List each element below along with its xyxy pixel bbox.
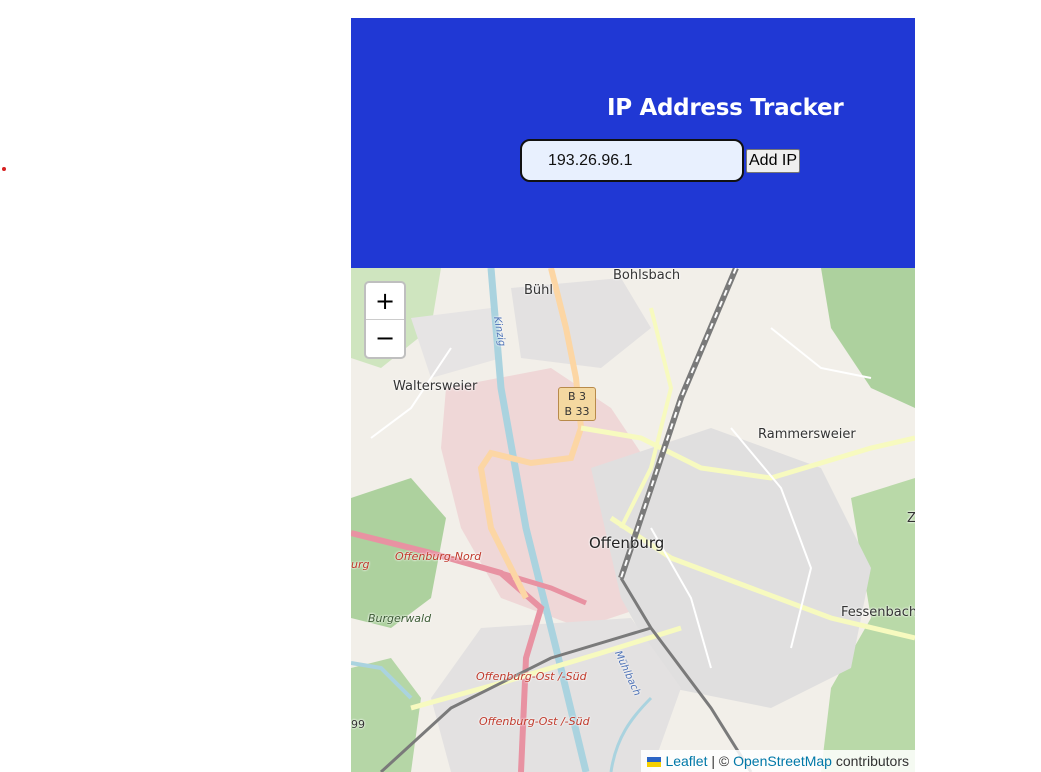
attribution-separator: | © — [707, 753, 734, 769]
openstreetmap-link[interactable]: OpenStreetMap — [733, 753, 832, 769]
map-label-bohlsbach: Bohlsbach — [613, 268, 681, 283]
zoom-out-button[interactable]: − — [366, 320, 404, 357]
header-banner: IP Address Tracker Add IP — [351, 18, 915, 268]
zoom-in-button[interactable]: + — [366, 283, 404, 320]
page-title: IP Address Tracker — [607, 95, 844, 121]
map-view[interactable]: Bohlsbach Bühl Waltersweier Rammersweier… — [351, 268, 915, 772]
attribution-suffix: contributors — [831, 753, 909, 769]
map-label-offenburg-ost-1: Offenburg-Ost /-Süd — [476, 670, 587, 683]
road-shield-b33: B 33 — [564, 405, 590, 418]
map-label-offenburg-ost-2: Offenburg-Ost /-Süd — [479, 715, 590, 728]
map-label-offenburg: Offenburg — [589, 534, 665, 552]
map-label-fessenbach: Fessenbach — [841, 605, 915, 620]
ip-input[interactable] — [520, 139, 744, 182]
app-container: IP Address Tracker Add IP — [351, 18, 915, 772]
map-label-rammersweier: Rammersweier — [758, 427, 856, 442]
map-label-z: Z — [907, 511, 915, 526]
map-label-buhl: Bühl — [524, 283, 554, 298]
map-label-offenburg-nord: Offenburg-Nord — [395, 550, 482, 563]
ukraine-flag-icon — [647, 757, 662, 767]
road-shield-b3-b33: B 3 B 33 — [558, 387, 596, 421]
map-label-99: 99 — [351, 718, 365, 731]
zoom-control: + − — [364, 281, 406, 359]
map-attribution: Leaflet | © OpenStreetMap contributors — [641, 750, 915, 772]
add-ip-button[interactable]: Add IP — [746, 149, 801, 173]
map-label-waltersweier: Waltersweier — [393, 379, 478, 394]
road-shield-b3: B 3 — [567, 390, 587, 403]
leaflet-link[interactable]: Leaflet — [665, 753, 707, 769]
map-label-burgerwald: Burgerwald — [368, 612, 432, 625]
map-label-urg: urg — [351, 558, 370, 571]
red-dot-marker — [2, 167, 6, 171]
